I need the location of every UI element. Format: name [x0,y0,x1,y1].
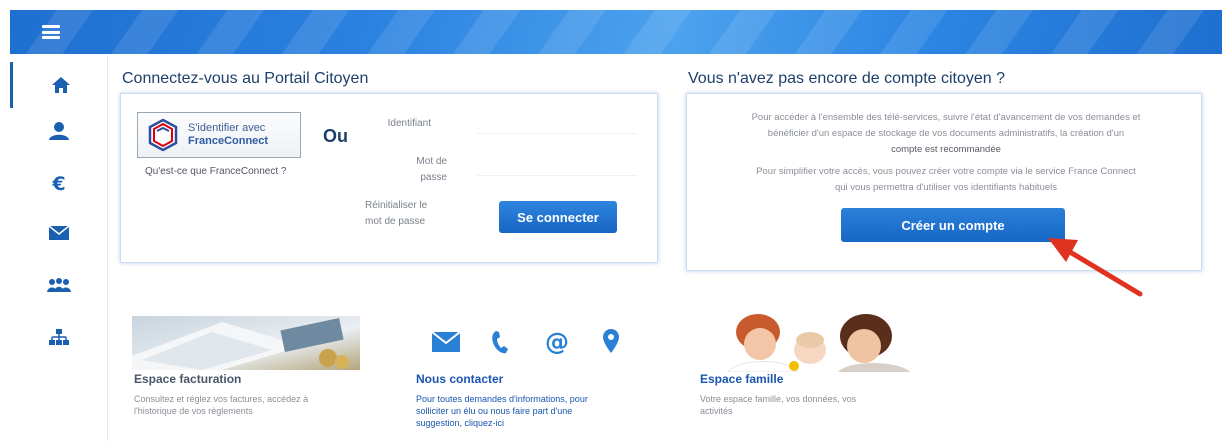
contact-mail-icon [432,332,460,352]
sidebar-item-family[interactable] [10,262,108,308]
sidebar-item-contact[interactable] [10,210,108,256]
contact-desc-line3: suggestion, cliquez-ici [416,418,505,428]
family-desc-line2: activités [700,406,733,416]
create-account-button[interactable]: Créer un compte [841,208,1065,242]
svg-text:@: @ [545,329,569,355]
signup-intro-line3: compte est recommandée [891,144,1001,155]
billing-image [132,316,360,370]
password-label-line2: passe [420,172,447,183]
billing-tile-title: Espace facturation [134,372,242,386]
at-sign-icon: @ [545,329,569,355]
euro-icon: € [51,173,65,193]
signup-fc-line2: qui vous permettra d'utiliser vos identi… [834,182,1057,193]
contact-tile-desc: Pour toutes demandes d'informations, pou… [416,393,588,429]
svg-text:€: € [51,173,65,193]
signup-intro-text: Pour accéder à l'ensemble des télé-servi… [707,110,1185,158]
contact-desc-line1: Pour toutes demandes d'informations, pou… [416,394,588,404]
signup-intro-line2: bénéficier d'un espace de stockage de vo… [767,128,1125,139]
identifier-label: Identifiant [387,118,431,129]
user-icon [49,122,69,140]
billing-desc-line2: l'historique de vos règlements [134,406,253,416]
password-label-line1: Mot de [416,156,447,167]
sitemap-icon [49,329,69,345]
family-tile-title: Espace famille [700,372,784,386]
header-banner [10,10,1222,54]
franceconnect-logo-icon [148,118,178,152]
signup-franceconnect-text: Pour simplifier votre accès, vous pouvez… [707,164,1185,196]
franceconnect-line1: S'identifier avec [188,122,266,134]
sidebar: € [10,56,108,441]
password-input[interactable] [477,156,637,176]
contact-desc-line2: solliciter un élu ou nous faire part d'u… [416,406,573,416]
sidebar-item-profile[interactable] [10,108,108,154]
home-icon [51,77,70,93]
or-separator: Ou [323,126,348,146]
identifier-input[interactable] [477,114,637,134]
franceconnect-line2: FranceConnect [188,135,269,147]
sidebar-item-home[interactable] [10,62,108,108]
franceconnect-button[interactable]: S'identifier avec FranceConnect [137,112,301,158]
hamburger-icon[interactable] [40,22,62,42]
family-desc-line1: Votre espace famille, vos données, vos [700,394,857,404]
mail-icon [49,226,69,240]
group-icon [47,278,71,292]
signup-fc-line1: Pour simplifier votre accès, vous pouvez… [756,166,1136,177]
reset-password-link[interactable]: Réinitialiser le mot de passe [365,198,443,230]
red-arrow-annotation [1048,238,1143,297]
phone-icon [492,331,508,354]
sidebar-item-billing[interactable]: € [10,160,108,206]
reset-password-line1: Réinitialiser le [365,200,428,211]
franceconnect-help-link[interactable]: Qu'est-ce que FranceConnect ? [145,166,286,177]
login-title: Connectez-vous au Portail Citoyen [122,70,369,87]
location-pin-icon [603,329,619,353]
signup-intro-line1: Pour accéder à l'ensemble des télé-servi… [751,112,1141,123]
billing-desc-line1: Consultez et réglez vos factures, accéde… [134,394,309,404]
sidebar-item-organization[interactable] [10,314,108,360]
billing-tile-desc: Consultez et réglez vos factures, accéde… [134,393,308,417]
family-image [698,314,934,372]
password-label: Mot de passe [381,154,447,186]
login-button[interactable]: Se connecter [499,201,617,233]
contact-tile-title: Nous contacter [416,372,504,386]
signup-title: Vous n'avez pas encore de compte citoyen… [688,70,1006,87]
reset-password-line2: mot de passe [365,216,426,227]
login-panel: S'identifier avec FranceConnect Ou Qu'es… [120,93,658,263]
family-tile-desc: Votre espace famille, vos données, vos a… [700,393,856,417]
